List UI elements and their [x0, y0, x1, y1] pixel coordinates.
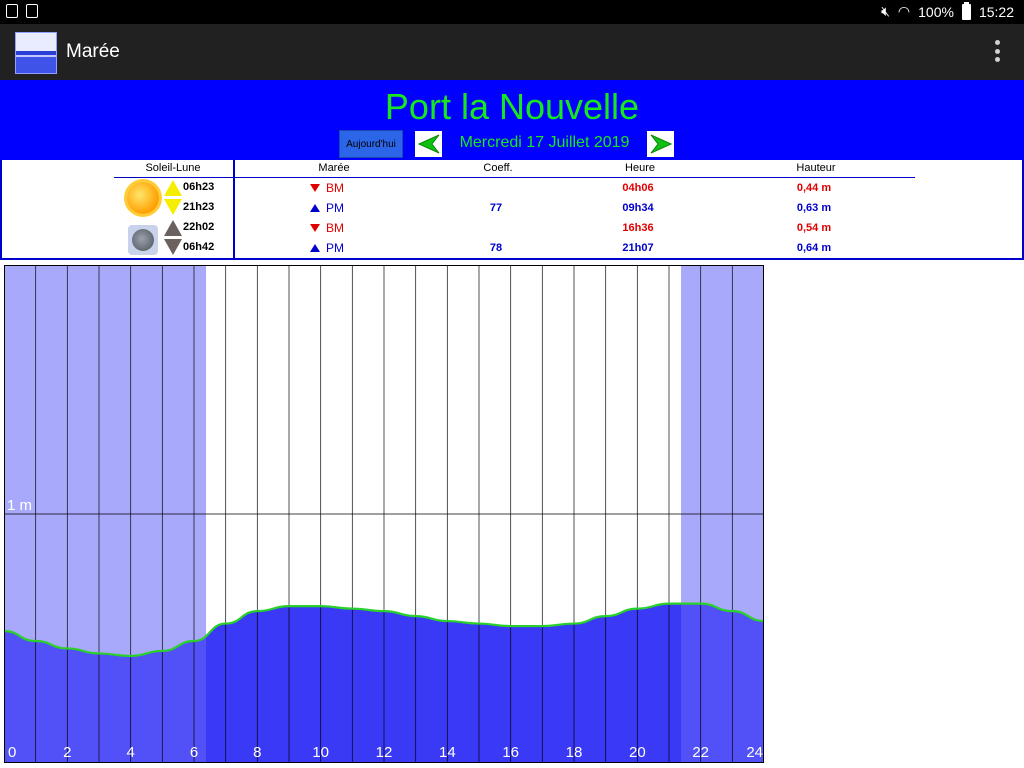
- battery-level: 100%: [918, 3, 954, 20]
- port-title: Port la Nouvelle: [384, 86, 640, 127]
- next-day-button[interactable]: [647, 131, 674, 157]
- sunset-time: 21h23: [183, 201, 215, 213]
- header-heure: Heure: [625, 162, 655, 174]
- clock: 15:22: [978, 3, 1014, 20]
- header-maree: Marée: [318, 162, 350, 174]
- x-tick-label-10: 10: [312, 744, 329, 761]
- header-soleil-lune: Soleil-Lune: [145, 162, 201, 174]
- header-hauteur: Hauteur: [796, 162, 836, 174]
- tide-row-3-heure: 16h36: [622, 222, 654, 234]
- x-tick-label-20: 20: [629, 744, 646, 761]
- tide-row-3-hauteur: 0,54 m: [796, 222, 832, 234]
- sun-icon: [127, 182, 159, 214]
- status-bar: 🔇︎ ◠ 100% 15:22: [0, 0, 1024, 24]
- x-tick-label-4: 4: [126, 744, 134, 761]
- notification-icon: [6, 4, 18, 18]
- previous-day-button[interactable]: [415, 131, 442, 157]
- gallery-icon: [26, 4, 38, 18]
- header: Port la Nouvelle Aujourd'hui Mercredi 17…: [0, 80, 1024, 160]
- tide-row-4-heure: 21h07: [622, 242, 654, 254]
- high-tide-icon: [310, 244, 320, 252]
- sunset-arrow-icon: [164, 199, 182, 215]
- battery-icon: [961, 1, 971, 20]
- x-tick-label-0: 0: [8, 744, 16, 761]
- app-logo-icon: [15, 32, 57, 74]
- x-tick-label-16: 16: [502, 744, 519, 761]
- tide-row-2-hauteur: 0,63 m: [796, 202, 832, 214]
- moonset-arrow-icon: [164, 239, 182, 255]
- moonrise-time: 22h02: [183, 221, 215, 233]
- wifi-icon: ◠: [897, 3, 911, 19]
- x-tick-label-22: 22: [692, 744, 709, 761]
- high-tide-icon: [310, 204, 320, 212]
- moonrise-arrow-icon: [164, 220, 182, 236]
- sunrise-arrow-icon: [164, 180, 182, 196]
- x-tick-label-14: 14: [439, 744, 456, 761]
- today-button[interactable]: Aujourd'hui: [339, 130, 403, 158]
- overflow-menu-icon[interactable]: [994, 40, 1000, 62]
- x-tick-label-8: 8: [253, 744, 261, 761]
- x-tick-label-2: 2: [63, 744, 71, 761]
- arrow-right-icon: [650, 134, 672, 154]
- date-label: Mercredi 17 Juillet 2019: [459, 134, 630, 151]
- tide-row-2-heure: 09h34: [622, 202, 654, 214]
- moon-icon: [128, 225, 158, 255]
- x-tick-label-12: 12: [376, 744, 393, 761]
- x-tick-label-6: 6: [190, 744, 198, 761]
- sunrise-time: 06h23: [183, 181, 215, 193]
- tide-chart[interactable]: 1 m0 2 4 6 8 10 12 14 16 18 20 22 24: [4, 265, 764, 763]
- moonset-time: 06h42: [183, 241, 215, 253]
- arrow-left-icon: [417, 134, 439, 154]
- tide-row-4-type: PM: [310, 241, 344, 255]
- header-coeff: Coeff.: [483, 162, 513, 174]
- low-tide-icon: [310, 224, 320, 232]
- tide-row-4-coeff: 78: [489, 242, 503, 254]
- tide-row-4-hauteur: 0,64 m: [796, 242, 832, 254]
- tide-row-1-heure: 04h06: [622, 182, 654, 194]
- tide-row-2-coeff: 77: [489, 202, 503, 214]
- app-title: Marée: [66, 41, 120, 62]
- x-tick-label-18: 18: [566, 744, 583, 761]
- low-tide-icon: [310, 184, 320, 192]
- tide-row-1-hauteur: 0,44 m: [796, 182, 832, 194]
- tide-row-1-type: BM: [310, 181, 344, 195]
- tide-row-3-type: BM: [310, 221, 344, 235]
- mute-icon: 🔇︎: [881, 3, 890, 19]
- tide-row-2-type: PM: [310, 201, 344, 215]
- one-meter-label: 1 m: [7, 497, 32, 514]
- x-tick-label-24: 24: [746, 744, 763, 761]
- app-bar: Marée: [0, 24, 1024, 80]
